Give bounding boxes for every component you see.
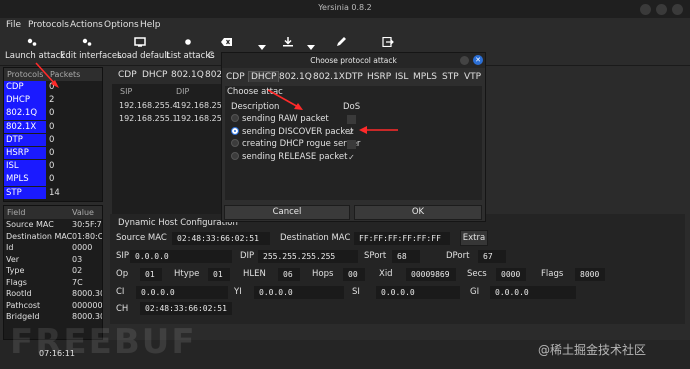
watermark-logo: FREEBUF [10,322,197,362]
annotation-arrow [359,126,398,134]
annotation-arrows [35,62,398,134]
annotation-arrow [267,89,303,110]
watermark-text: @稀土掘金技术社区 [538,343,647,357]
annotation-arrow [35,62,59,88]
